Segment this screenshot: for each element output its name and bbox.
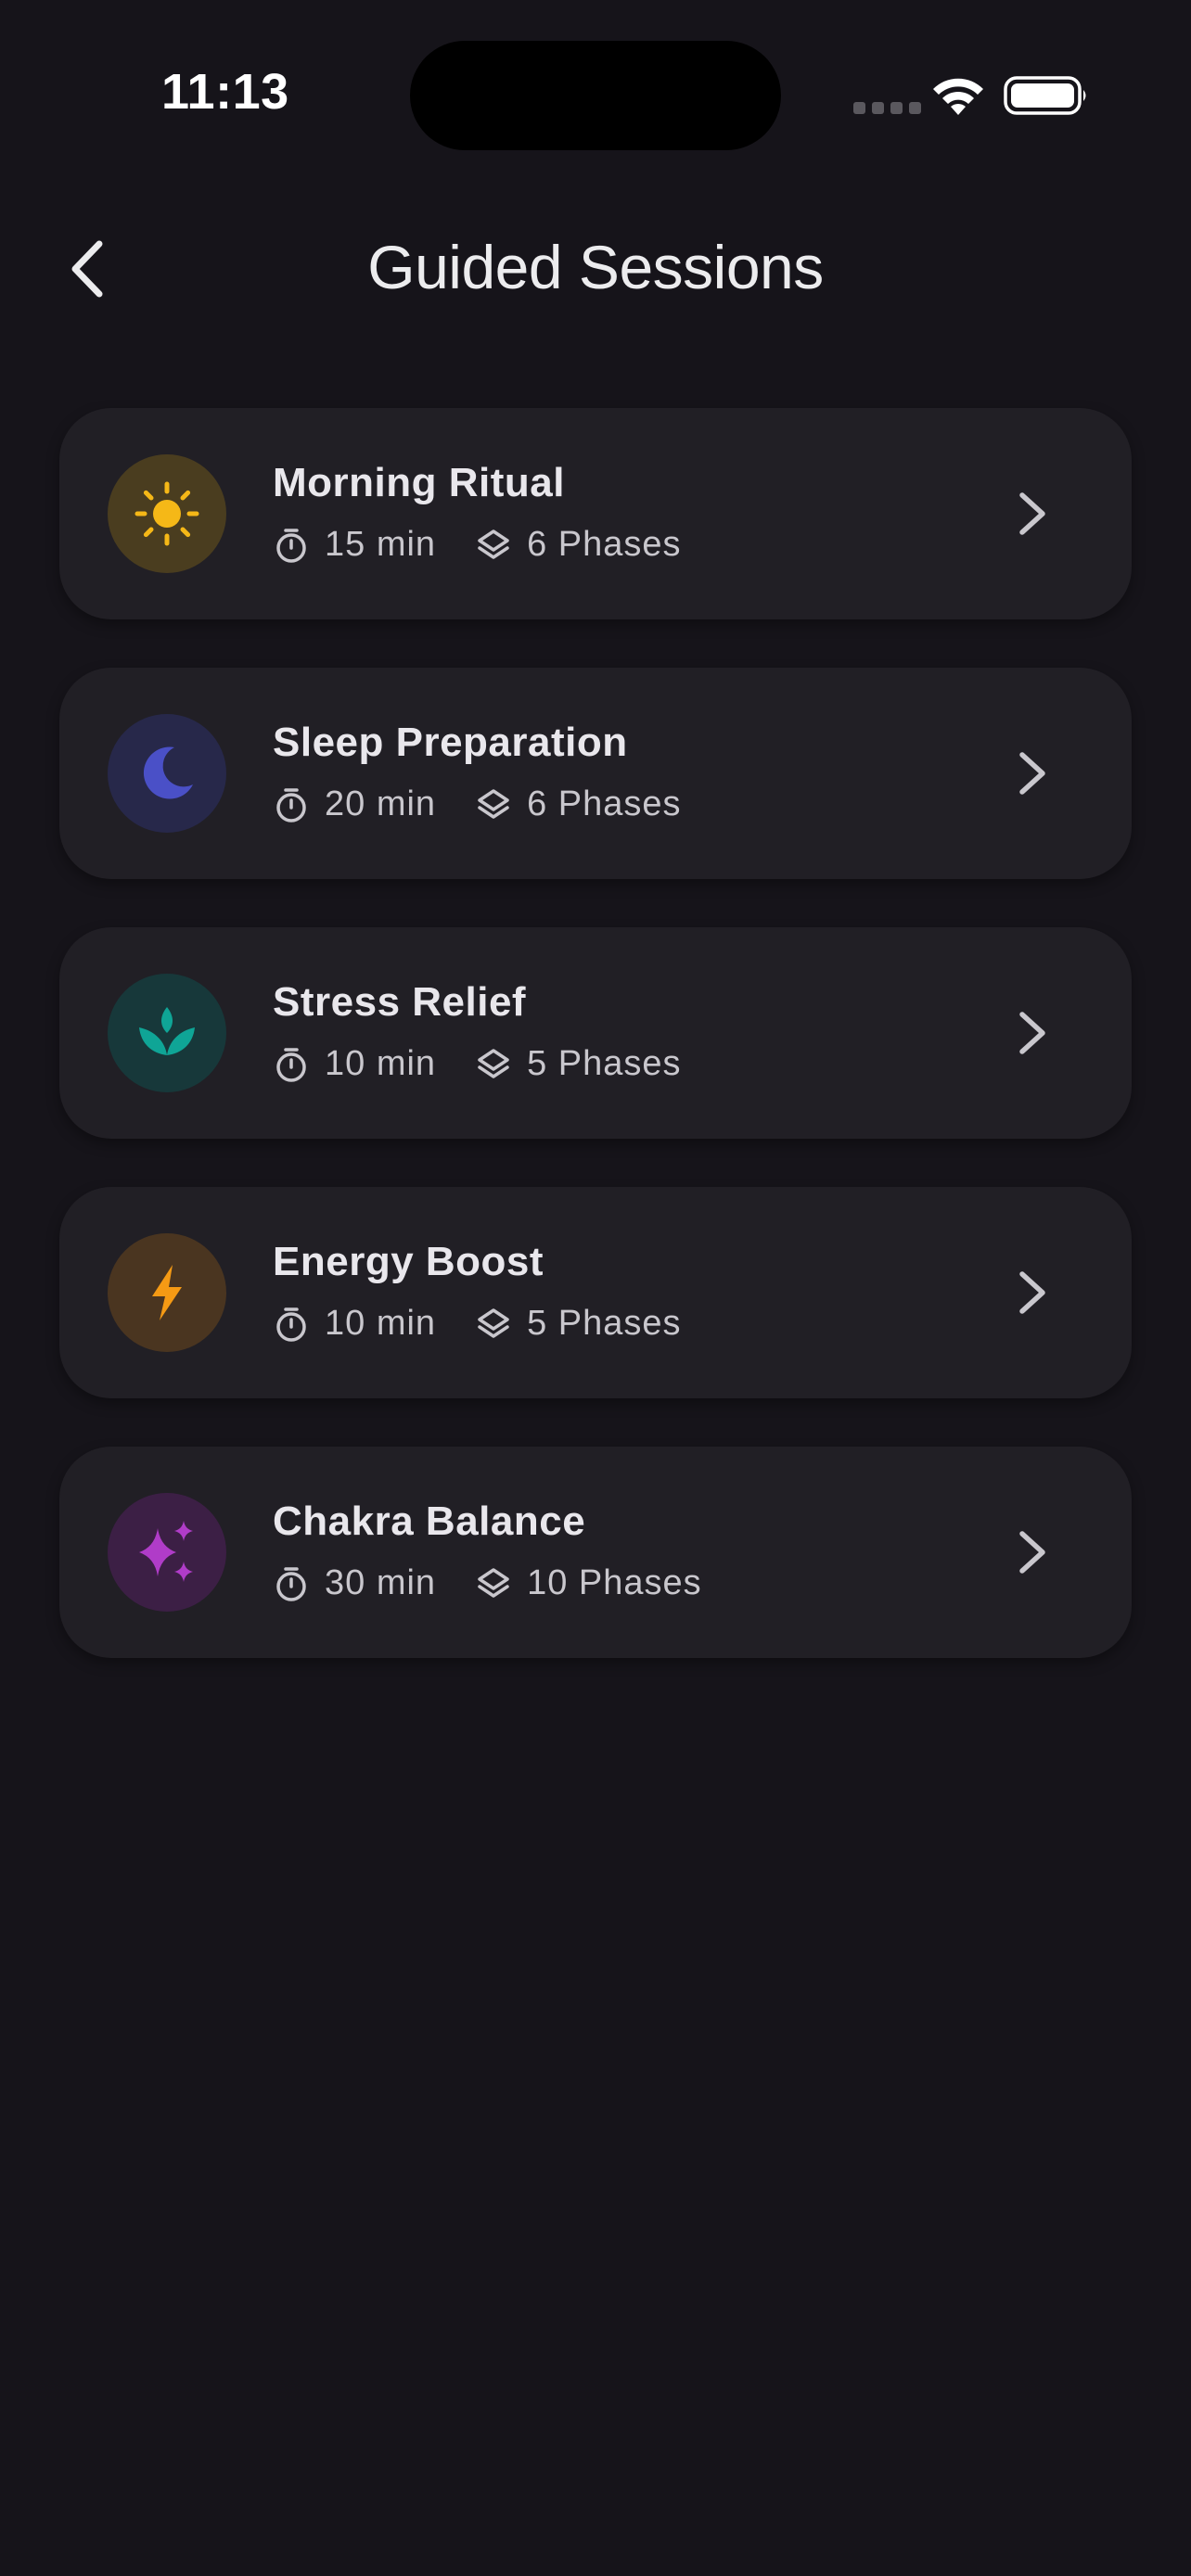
session-title: Chakra Balance <box>273 1498 586 1544</box>
page-title: Guided Sessions <box>367 233 824 301</box>
chevron-right-icon <box>1019 492 1045 535</box>
session-phases: 5 Phases <box>527 1044 682 1083</box>
timer-icon <box>276 1047 306 1082</box>
session-icon-badge <box>108 1233 226 1352</box>
chevron-right-icon <box>1019 752 1045 795</box>
session-phases: 10 Phases <box>527 1563 702 1602</box>
session-icon-badge <box>108 714 226 833</box>
status-time: 11:13 <box>161 64 289 120</box>
session-title: Energy Boost <box>273 1239 544 1284</box>
battery-icon <box>1004 76 1086 115</box>
session-card-energy-boost[interactable]: Energy Boost 10 min 5 Phases <box>59 1187 1132 1398</box>
session-meta: 15 min 6 Phases <box>273 525 682 565</box>
layers-icon <box>478 1307 509 1338</box>
lotus-icon <box>139 1007 195 1055</box>
status-bar: 11:13 <box>0 0 1191 195</box>
chevron-right-icon <box>1019 1271 1045 1314</box>
session-card-stress-relief[interactable]: Stress Relief 10 min 5 Phases <box>59 927 1132 1139</box>
session-icon-badge <box>108 454 226 573</box>
sparkles-icon <box>139 1521 193 1582</box>
header: Guided Sessions <box>0 213 1191 325</box>
session-duration: 30 min <box>325 1563 437 1602</box>
session-meta: 10 min 5 Phases <box>273 1304 682 1344</box>
session-title: Morning Ritual <box>273 460 565 505</box>
chevron-right-icon <box>1019 1531 1045 1574</box>
session-duration: 15 min <box>325 525 437 564</box>
timer-icon <box>276 1307 306 1342</box>
lightning-icon <box>152 1265 182 1320</box>
session-icon-badge <box>108 974 226 1092</box>
layers-icon <box>478 529 509 559</box>
session-card-morning-ritual[interactable]: Morning Ritual 15 min 6 Phases <box>59 408 1132 619</box>
session-duration: 10 min <box>325 1044 437 1083</box>
duration-group: 20 min <box>273 784 436 824</box>
wifi-icon <box>933 78 983 115</box>
layers-icon <box>478 1567 509 1598</box>
session-title: Stress Relief <box>273 979 527 1025</box>
duration-group: 10 min <box>273 1304 436 1344</box>
session-phases: 5 Phases <box>527 1304 682 1343</box>
session-icon-badge <box>108 1493 226 1612</box>
duration-group: 10 min <box>273 1044 436 1084</box>
phases-group: 10 Phases <box>475 1563 702 1603</box>
cellular-signal-icon <box>853 102 921 114</box>
session-meta: 30 min 10 Phases <box>273 1563 702 1603</box>
session-duration: 10 min <box>325 1304 437 1343</box>
duration-group: 30 min <box>273 1563 436 1603</box>
chevron-right-icon <box>1019 1012 1045 1054</box>
session-meta: 10 min 5 Phases <box>273 1044 682 1084</box>
layers-icon <box>478 788 509 819</box>
session-card-sleep-preparation[interactable]: Sleep Preparation 20 min 6 Phases <box>59 668 1132 879</box>
timer-icon <box>276 528 306 563</box>
layers-icon <box>478 1048 509 1078</box>
dynamic-island <box>410 41 781 150</box>
session-meta: 20 min 6 Phases <box>273 784 682 824</box>
timer-icon <box>276 787 306 823</box>
timer-icon <box>276 1566 306 1601</box>
phases-group: 5 Phases <box>475 1044 681 1084</box>
phases-group: 5 Phases <box>475 1304 681 1344</box>
session-list: Morning Ritual 15 min 6 Phases Sleep Pre… <box>59 408 1132 1658</box>
moon-icon <box>143 746 193 799</box>
session-card-chakra-balance[interactable]: Chakra Balance 30 min 10 Phases <box>59 1447 1132 1658</box>
phases-group: 6 Phases <box>475 784 681 824</box>
session-title: Sleep Preparation <box>273 720 628 765</box>
session-phases: 6 Phases <box>527 525 682 564</box>
duration-group: 15 min <box>273 525 436 565</box>
session-duration: 20 min <box>325 784 437 823</box>
session-phases: 6 Phases <box>527 784 682 823</box>
sun-icon <box>134 481 199 546</box>
phases-group: 6 Phases <box>475 525 681 565</box>
